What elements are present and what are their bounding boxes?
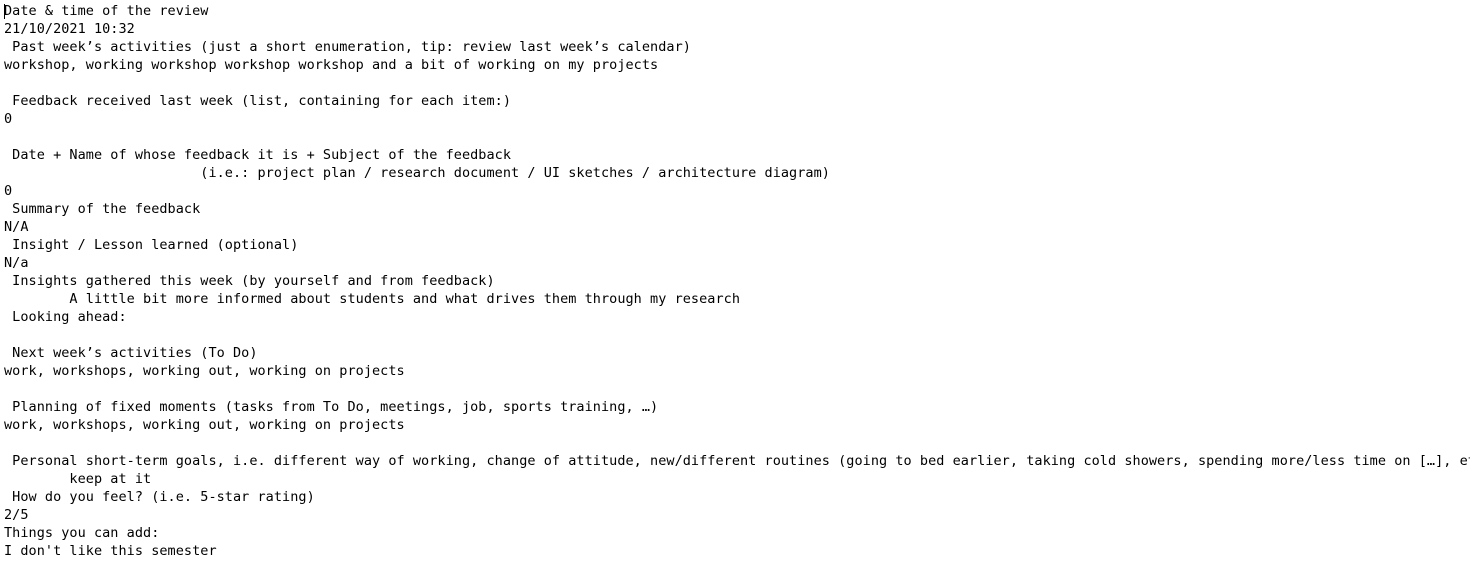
text-line[interactable]: Summary of the feedback	[4, 200, 1470, 218]
text-line[interactable]	[4, 326, 1470, 344]
text-line[interactable]: (i.e.: project plan / research document …	[4, 164, 1470, 182]
text-line[interactable]: Insights gathered this week (by yourself…	[4, 272, 1470, 290]
text-line[interactable]: Next week’s activities (To Do)	[4, 344, 1470, 362]
text-line[interactable]: 0	[4, 182, 1470, 200]
text-line[interactable]: workshop, working workshop workshop work…	[4, 56, 1470, 74]
text-line[interactable]: N/A	[4, 218, 1470, 236]
text-cursor	[4, 4, 5, 19]
text-line[interactable]: I don't like this semester	[4, 542, 1470, 560]
text-line[interactable]: work, workshops, working out, working on…	[4, 416, 1470, 434]
text-line[interactable]: Past week’s activities (just a short enu…	[4, 38, 1470, 56]
text-line[interactable]	[4, 74, 1470, 92]
text-line[interactable]	[4, 434, 1470, 452]
text-line[interactable]: Insight / Lesson learned (optional)	[4, 236, 1470, 254]
text-line[interactable]: N/a	[4, 254, 1470, 272]
text-line[interactable]: Date + Name of whose feedback it is + Su…	[4, 146, 1470, 164]
text-line[interactable]: Planning of fixed moments (tasks from To…	[4, 398, 1470, 416]
text-line[interactable]: How do you feel? (i.e. 5-star rating)	[4, 488, 1470, 506]
text-editor-area[interactable]: Date & time of the review 21/10/2021 10:…	[0, 0, 1470, 568]
text-line[interactable]: A little bit more informed about student…	[4, 290, 1470, 308]
text-line[interactable]: Looking ahead:	[4, 308, 1470, 326]
text-line[interactable]: 0	[4, 110, 1470, 128]
text-line[interactable]: work, workshops, working out, working on…	[4, 362, 1470, 380]
text-line[interactable]: keep at it	[4, 470, 1470, 488]
text-line[interactable]: Personal short-term goals, i.e. differen…	[4, 452, 1470, 470]
text-line[interactable]: Date & time of the review	[4, 2, 1470, 20]
text-line[interactable]: Things you can add:	[4, 524, 1470, 542]
text-line[interactable]	[4, 128, 1470, 146]
text-line[interactable]: 21/10/2021 10:32	[4, 20, 1470, 38]
text-line[interactable]	[4, 380, 1470, 398]
text-line[interactable]: 2/5	[4, 506, 1470, 524]
text-line[interactable]: Feedback received last week (list, conta…	[4, 92, 1470, 110]
